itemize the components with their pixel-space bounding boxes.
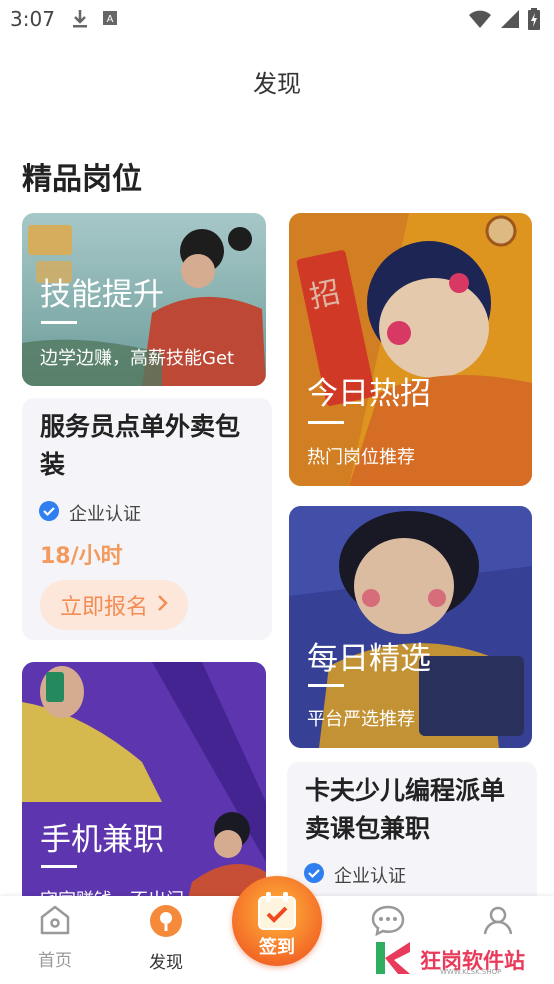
hot-card-subtitle: 热门岗位推荐: [307, 447, 415, 468]
signal-icon: [500, 9, 520, 33]
chat-bubble-icon: [370, 905, 406, 940]
battery-icon: [528, 8, 540, 34]
calendar-check-icon: [256, 890, 298, 936]
wifi-icon: [468, 9, 492, 33]
verify-row: 企业认证: [39, 500, 141, 526]
watermark-k-logo-icon: [376, 942, 416, 978]
job-title: 服务员点单外卖包装: [40, 412, 241, 479]
verify-label: 企业认证: [69, 504, 141, 525]
hot-card-divider: [308, 421, 344, 424]
section-title: 精品岗位: [22, 162, 142, 197]
daily-card-subtitle: 平台严选推荐: [307, 709, 415, 730]
apply-button-label: 立即报名: [59, 595, 148, 620]
download-icon: [72, 9, 88, 33]
chevron-right-icon: [156, 593, 168, 618]
phone-card-illustration: [22, 662, 266, 922]
apply-button[interactable]: 立即报名: [40, 580, 188, 630]
nav-item-messages[interactable]: [348, 904, 428, 946]
nav-item-profile[interactable]: [458, 904, 538, 946]
verify-row: 企业认证: [304, 862, 406, 888]
discover-icon: [149, 905, 183, 942]
phone-card-divider: [41, 865, 77, 868]
salary: 18/小时: [40, 544, 123, 569]
job-card[interactable]: 服务员点单外卖包装 企业认证 18/小时 立即报名: [22, 398, 272, 640]
skill-card-title: 技能提升: [40, 277, 164, 313]
verified-check-icon: [304, 863, 324, 887]
today-hot-card[interactable]: 招 今日热招 热门岗位推荐: [289, 213, 532, 486]
watermark-url: WWW.KLSK.SHOP: [440, 968, 502, 976]
nav-item-home[interactable]: 首页: [15, 904, 95, 971]
a-badge-icon: A: [102, 9, 118, 33]
daily-pick-card[interactable]: 每日精选 平台严选推荐: [289, 506, 532, 748]
profile-icon: [481, 906, 515, 940]
daily-card-title: 每日精选: [307, 641, 431, 677]
status-bar: 3:07 A: [0, 0, 554, 40]
phone-card-title: 手机兼职: [40, 822, 164, 858]
verify-label: 企业认证: [334, 866, 406, 887]
home-icon: [38, 905, 72, 940]
nav-label-discover: 发现: [149, 953, 183, 973]
job-title: 卡夫少儿编程派单卖课包兼职: [305, 776, 506, 843]
checkin-label: 签到: [259, 937, 295, 958]
skill-card-subtitle: 边学边赚，高薪技能Get: [40, 348, 235, 369]
hot-card-title: 今日热招: [307, 376, 431, 412]
checkin-button[interactable]: 签到: [232, 876, 322, 966]
skill-upgrade-card[interactable]: 技能提升 边学边赚，高薪技能Get: [22, 213, 266, 386]
nav-label-home: 首页: [38, 951, 72, 971]
status-time: 3:07: [10, 7, 55, 31]
svg-text:A: A: [107, 14, 114, 25]
daily-card-divider: [308, 684, 344, 687]
verified-check-icon: [39, 501, 59, 525]
nav-item-discover[interactable]: 发现: [126, 904, 206, 973]
page-title: 发现: [253, 70, 301, 98]
skill-card-divider: [41, 321, 77, 324]
phone-parttime-card[interactable]: 手机兼职 宅家赚钱，不出门: [22, 662, 266, 922]
